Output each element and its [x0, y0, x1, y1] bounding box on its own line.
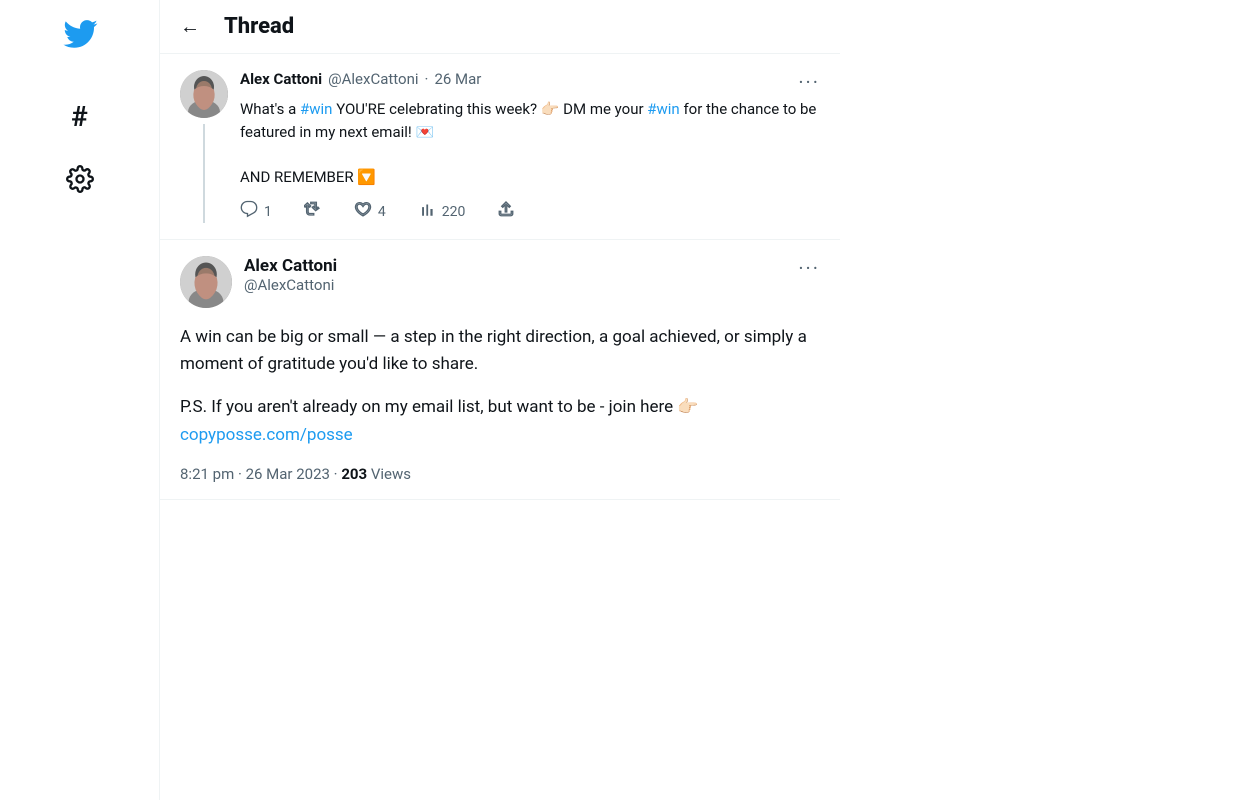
tweet-2-header: Alex Cattoni @AlexCattoni ···	[180, 256, 820, 308]
tweet-1-like-button[interactable]: 4	[354, 200, 386, 223]
tweet-1-body: What's a #win YOU'RE celebrating this we…	[240, 98, 820, 188]
tweet-1-dot: ·	[425, 70, 429, 88]
tweet-2-body2-before: P.S. If you aren't already on my email l…	[180, 397, 699, 417]
tweet-1-more-button[interactable]: ···	[798, 70, 820, 94]
share-icon	[497, 200, 515, 223]
tweet-1-body2: AND REMEMBER 🔽	[240, 168, 376, 186]
thread-line	[203, 124, 205, 223]
tweet-2-author-name: Alex Cattoni	[244, 256, 786, 276]
tweet-1-like-count: 4	[378, 204, 386, 220]
tweet-1-retweet-button[interactable]	[304, 200, 322, 223]
avatar-tweet2[interactable]	[180, 256, 232, 308]
tweet-1-reply-button[interactable]: 1	[240, 200, 272, 223]
explore-icon[interactable]: #	[71, 100, 88, 133]
views-icon	[418, 200, 436, 223]
tweets-area: Alex Cattoni @AlexCattoni · 26 Mar ··· W…	[160, 54, 840, 500]
tweet-1-content: Alex Cattoni @AlexCattoni · 26 Mar ··· W…	[240, 70, 820, 223]
tweet-2-body-p1: A win can be big or small — a step in th…	[180, 324, 820, 378]
settings-icon[interactable]	[66, 165, 94, 200]
twitter-logo[interactable]	[62, 16, 98, 60]
tweet-1-share-button[interactable]	[497, 200, 515, 223]
tweet-1-win-link1[interactable]: #win	[300, 100, 332, 118]
tweet-1-author-handle: @AlexCattoni	[328, 70, 418, 88]
sidebar: #	[0, 0, 160, 800]
tweet-2-views-text: Views	[367, 465, 411, 483]
tweet-2-views-bold: 203	[341, 465, 367, 483]
tweet-1-reply-count: 1	[264, 204, 272, 220]
like-icon	[354, 200, 372, 223]
back-button[interactable]: ←	[180, 14, 200, 39]
tweet-1-header: Alex Cattoni @AlexCattoni · 26 Mar ···	[240, 70, 820, 94]
thread-left	[180, 70, 228, 223]
thread-header: ← Thread	[160, 0, 840, 54]
tweet-1-author-name: Alex Cattoni	[240, 70, 322, 88]
tweet-2-meta: Alex Cattoni @AlexCattoni	[244, 256, 786, 294]
tweet-1-views-button[interactable]: 220	[418, 200, 466, 223]
tweet-1-views-count: 220	[442, 204, 466, 220]
tweet-2-author-handle: @AlexCattoni	[244, 276, 786, 294]
tweet-2-timestamp: 8:21 pm · 26 Mar 2023 ·	[180, 465, 341, 483]
tweet-2-body-p2: P.S. If you aren't already on my email l…	[180, 394, 820, 448]
page-title: Thread	[224, 14, 294, 39]
tweet-2: Alex Cattoni @AlexCattoni ··· A win can …	[160, 240, 840, 500]
tweet-2-footer: 8:21 pm · 26 Mar 2023 · 203 Views	[180, 465, 820, 483]
tweet-1-date: 26 Mar	[434, 70, 481, 88]
tweet-2-body2-link[interactable]: copyposse.com/posse	[180, 425, 353, 445]
avatar-tweet1[interactable]	[180, 70, 228, 118]
main-content: ← Thread	[160, 0, 840, 800]
retweet-icon	[304, 200, 322, 223]
reply-icon	[240, 200, 258, 223]
tweet-2-body: A win can be big or small — a step in th…	[180, 324, 820, 449]
tweet-1-body-before: What's a	[240, 100, 300, 118]
tweet-1-body-middle: YOU'RE celebrating this week? 👉🏻 DM me y…	[332, 100, 647, 118]
tweet-1-win-link2[interactable]: #win	[647, 100, 679, 118]
tweet-1-actions: 1	[240, 200, 820, 223]
tweet-1-meta: Alex Cattoni @AlexCattoni · 26 Mar	[240, 70, 481, 88]
tweet-1: Alex Cattoni @AlexCattoni · 26 Mar ··· W…	[160, 54, 840, 240]
tweet-2-more-button[interactable]: ···	[798, 256, 820, 280]
